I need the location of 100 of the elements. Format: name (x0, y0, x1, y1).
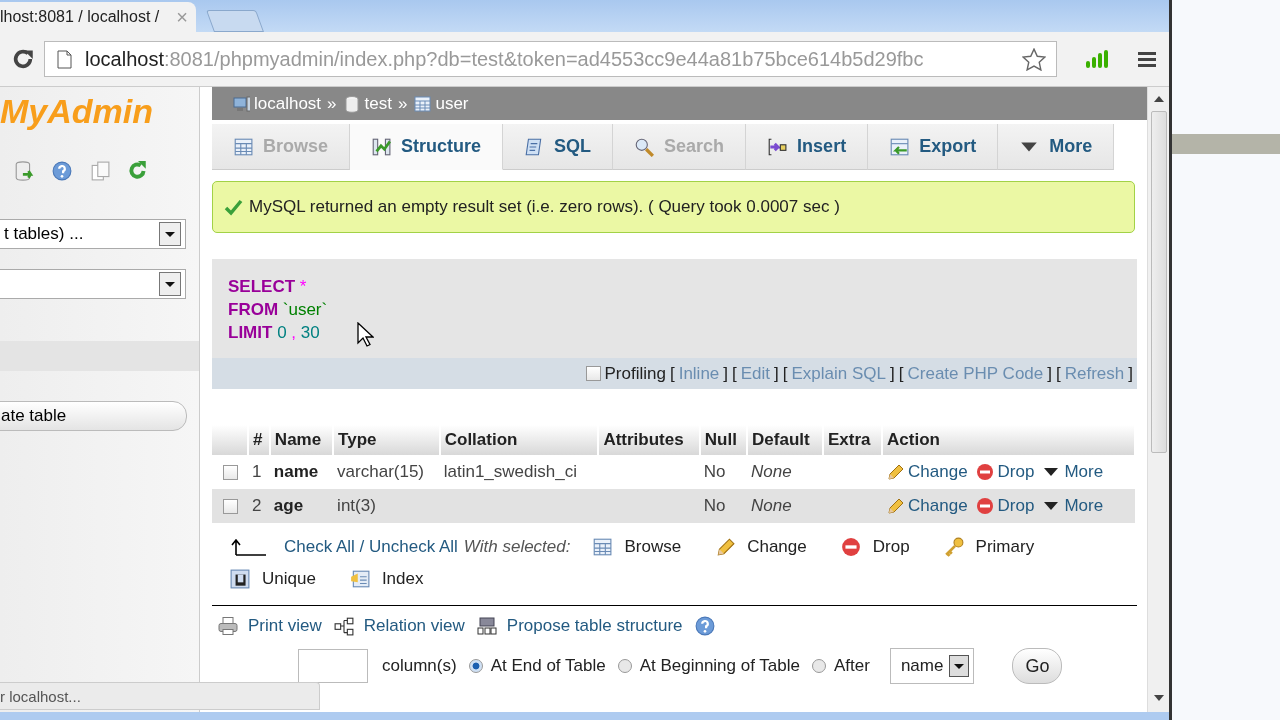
view-link[interactable]: Propose table structure (476, 616, 683, 636)
printer-icon (218, 616, 238, 636)
action-link[interactable]: Change (886, 496, 968, 516)
tab[interactable]: Export (868, 124, 999, 170)
success-message: MySQL returned an empty result set (i.e. zero rows). ( Query took 0.0007 sec ) (212, 181, 1135, 233)
row-checkbox[interactable] (222, 499, 238, 514)
table-cell: latin1_swedish_ci (439, 455, 599, 489)
export-icon (889, 136, 910, 157)
sql-token: FROM (228, 300, 279, 319)
scroll-down-arrow[interactable] (1153, 694, 1164, 702)
reload-button[interactable] (12, 48, 34, 70)
delete-icon (975, 497, 994, 515)
action-link[interactable]: Drop (975, 462, 1035, 482)
bulk-action-button[interactable]: Drop (840, 537, 910, 557)
pencil-icon (886, 463, 905, 481)
table-cell: 2 (248, 489, 270, 523)
table-icon (233, 136, 253, 157)
go-button[interactable]: Go (1012, 648, 1063, 684)
radio-label: At Beginning of Table (639, 656, 800, 676)
bracket: ] (774, 363, 779, 384)
bracket: ] (723, 363, 729, 384)
bulk-action-button[interactable]: Index (349, 569, 424, 589)
action-link[interactable]: More (1042, 462, 1104, 482)
breadcrumb-link[interactable]: localhost (254, 93, 322, 114)
logo: MyAdmin (0, 91, 154, 131)
table-cell: age (269, 489, 334, 523)
column-header: Name (269, 425, 334, 455)
browser-tab[interactable]: lhost:8081 / localhost / × (0, 2, 196, 32)
tab[interactable]: Insert (746, 124, 869, 170)
table-select[interactable]: t tables) ... (0, 219, 186, 249)
bracket: [ (898, 363, 904, 384)
separator: » (327, 93, 337, 114)
checkbox-label: Profiling (604, 363, 666, 384)
tab[interactable]: More (998, 124, 1115, 170)
unique-icon (230, 569, 250, 589)
radio-button[interactable] (812, 659, 826, 673)
new-tab-button[interactable] (206, 10, 264, 32)
search-icon (634, 136, 655, 157)
action-link[interactable]: Change (886, 462, 968, 482)
column-header: # (248, 425, 270, 455)
table-cell: int(3) (333, 489, 440, 523)
bulk-action-button[interactable]: Browse (592, 537, 682, 557)
bracket: ] (890, 363, 895, 384)
tab[interactable]: Structure (350, 124, 504, 170)
bulk-action-button[interactable]: Primary (943, 537, 1035, 557)
table-icon (592, 537, 613, 557)
help-icon (52, 161, 72, 181)
sql-token: 30 (300, 323, 320, 342)
column-select[interactable]: name (889, 648, 975, 684)
scrollbar-thumb[interactable] (1150, 111, 1167, 453)
row-checkbox[interactable] (222, 465, 238, 480)
refresh-icon (128, 161, 148, 181)
database-icon (342, 94, 361, 113)
sql-token: , (291, 323, 297, 342)
help-icon (694, 616, 715, 636)
action-link[interactable]: More (1042, 496, 1104, 516)
table-cell: No (699, 489, 748, 523)
action-link[interactable]: Drop (975, 496, 1035, 516)
tab[interactable]: SQL (503, 124, 614, 170)
status-bubble: r localhost... (0, 682, 320, 710)
delete-icon (840, 537, 861, 557)
table-icon (413, 94, 432, 113)
bracket: [ (669, 363, 675, 384)
mouse-cursor-icon (356, 322, 374, 348)
scroll-up-arrow[interactable] (1153, 95, 1164, 103)
table-cell: varchar(15) (333, 455, 440, 489)
column-header: Collation (439, 425, 599, 455)
bracket: [ (1056, 363, 1061, 384)
bulk-action-button[interactable]: Unique (230, 569, 316, 589)
radio-button[interactable] (617, 659, 632, 673)
sql-token: LIMIT (228, 323, 273, 342)
create-table-button[interactable]: ate table (0, 401, 187, 431)
bracket: ] (1047, 363, 1052, 384)
bookmark-star-icon (1022, 47, 1046, 71)
breadcrumb-link[interactable]: user (435, 93, 469, 114)
structure-icon (371, 136, 392, 157)
radio-button[interactable] (468, 659, 483, 673)
table-cell: No (699, 455, 748, 489)
documents-icon (90, 161, 110, 181)
bulk-action-button[interactable]: Change (715, 537, 807, 557)
bracket: [ (732, 363, 737, 384)
radio-label: At End of Table (490, 656, 606, 676)
sql-token: 0 (277, 323, 287, 342)
checkbox[interactable] (585, 366, 601, 381)
database-arrow-icon (14, 161, 34, 181)
table-select[interactable] (0, 269, 186, 299)
table-structure-icon (476, 616, 497, 636)
table-cell: 1 (248, 455, 270, 489)
bracket: ] (1128, 363, 1133, 384)
pencil-icon (715, 537, 736, 557)
check-all-link[interactable]: Check All / Uncheck All (284, 537, 458, 557)
view-link[interactable]: Print view (218, 616, 322, 636)
column-header: Type (333, 425, 440, 455)
address-bar[interactable]: localhost:8081/phpmyadmin/index.php?db=test&token=ad4553cc9e44a81b75bce614b5d29fbc (44, 41, 1057, 77)
view-link[interactable]: Relation view (333, 616, 465, 636)
reload-icon (12, 48, 34, 70)
column-header: Attributes (598, 425, 700, 455)
label: With selected: (463, 537, 571, 557)
breadcrumb-link[interactable]: test (364, 93, 392, 114)
table-cell: None (747, 455, 824, 489)
